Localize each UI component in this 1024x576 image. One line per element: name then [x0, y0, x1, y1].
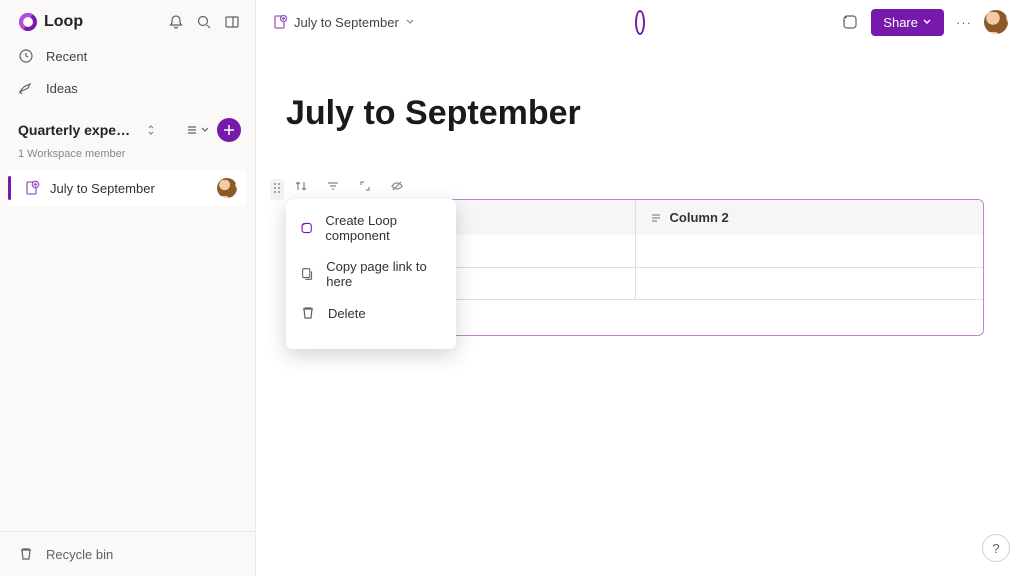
app-name: Loop — [44, 13, 83, 31]
context-menu: Create Loop component Copy page link to … — [286, 199, 456, 349]
loop-component-icon[interactable] — [841, 13, 859, 31]
recycle-label: Recycle bin — [46, 547, 113, 562]
page-list: July to September — [0, 170, 255, 206]
list-icon — [185, 123, 199, 137]
nav-recent[interactable]: Recent — [0, 40, 255, 72]
column-label: Column 2 — [670, 210, 729, 225]
ctx-create-loop-component[interactable]: Create Loop component — [286, 205, 456, 251]
search-icon[interactable] — [195, 13, 213, 31]
nav-ideas-label: Ideas — [46, 81, 78, 96]
page-owner-avatar — [217, 178, 237, 198]
pen-icon — [18, 80, 34, 96]
sidebar-header: Loop — [0, 0, 255, 40]
ctx-item-label: Delete — [328, 306, 366, 321]
share-button[interactable]: Share — [871, 9, 944, 36]
workspace-sort-icon[interactable] — [146, 124, 156, 136]
sidebar: Loop Recent Ideas Quarterly expendit... … — [0, 0, 256, 576]
table-toolbar — [286, 173, 984, 199]
sort-icon[interactable] — [292, 177, 310, 195]
loop-component-icon — [300, 220, 313, 236]
topbar: July to September Share ··· — [256, 0, 1024, 44]
link-icon — [300, 266, 314, 282]
cell[interactable] — [635, 268, 984, 299]
text-column-icon — [650, 212, 662, 224]
workspace-members: 1 Workspace member — [0, 148, 255, 170]
notifications-icon[interactable] — [167, 13, 185, 31]
view-list-button[interactable] — [185, 123, 209, 137]
workspace-header: Quarterly expendit... — [0, 104, 255, 148]
clock-icon — [18, 48, 34, 64]
table-block: Create Loop component Copy page link to … — [286, 173, 984, 336]
main: July to September Share ··· July to Sept… — [256, 0, 1024, 576]
more-button[interactable]: ··· — [956, 15, 972, 30]
page-item[interactable]: July to September — [8, 170, 247, 206]
column-header[interactable]: Column 2 — [635, 200, 984, 235]
recycle-bin[interactable]: Recycle bin — [0, 532, 255, 576]
nav-ideas[interactable]: Ideas — [0, 72, 255, 104]
help-button[interactable]: ? — [982, 534, 1010, 562]
chevron-down-icon — [922, 17, 932, 27]
hide-icon[interactable] — [388, 177, 406, 195]
drag-handle-icon[interactable] — [270, 179, 284, 200]
page-item-label: July to September — [50, 181, 155, 196]
page-title[interactable]: July to September — [286, 94, 984, 133]
app-logo[interactable]: Loop — [18, 12, 83, 32]
plus-icon — [223, 124, 235, 136]
ctx-item-label: Copy page link to here — [326, 259, 442, 289]
filter-icon[interactable] — [324, 177, 342, 195]
add-page-button[interactable] — [217, 118, 241, 142]
trash-icon — [18, 546, 34, 562]
ctx-delete[interactable]: Delete — [286, 297, 456, 329]
presence-avatar[interactable] — [638, 15, 642, 30]
page-icon — [24, 180, 40, 196]
account-avatar[interactable] — [984, 10, 1008, 34]
loop-logo-icon — [18, 12, 38, 32]
ctx-item-label: Create Loop component — [325, 213, 442, 243]
nav-recent-label: Recent — [46, 49, 87, 64]
trash-icon — [300, 305, 316, 321]
page-content: July to September Create Loop component … — [256, 44, 1024, 336]
breadcrumb[interactable]: July to September — [272, 14, 415, 30]
cell[interactable] — [635, 235, 984, 267]
chevron-down-icon — [405, 15, 415, 30]
ctx-copy-page-link[interactable]: Copy page link to here — [286, 251, 456, 297]
panel-toggle-icon[interactable] — [223, 13, 241, 31]
sidebar-footer: Recycle bin — [0, 531, 255, 576]
page-icon — [272, 14, 288, 30]
breadcrumb-title: July to September — [294, 15, 399, 30]
expand-icon[interactable] — [356, 177, 374, 195]
workspace-name[interactable]: Quarterly expendit... — [18, 122, 138, 138]
chevron-down-icon — [201, 126, 209, 134]
